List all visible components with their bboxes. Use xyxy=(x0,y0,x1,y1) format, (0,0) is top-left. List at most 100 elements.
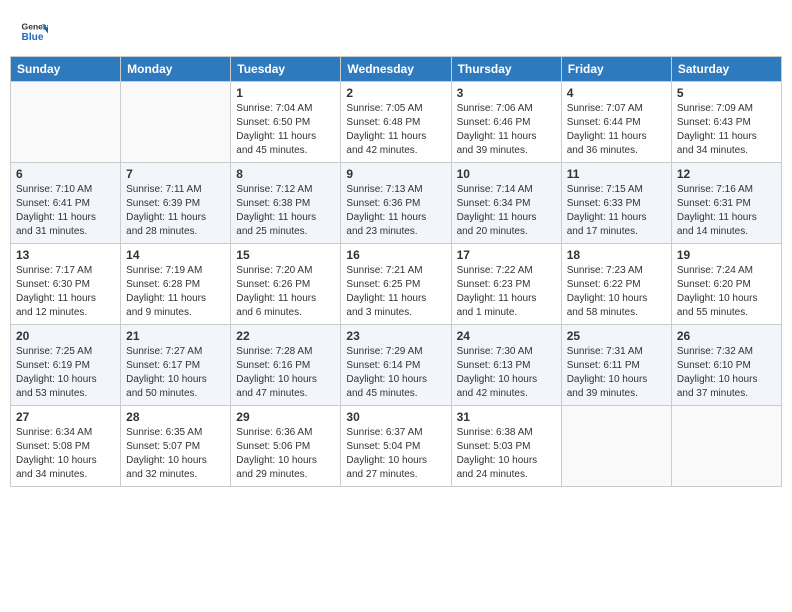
day-number: 23 xyxy=(346,329,445,343)
calendar-cell: 19 Sunrise: 7:24 AM Sunset: 6:20 PM Dayli… xyxy=(671,244,781,325)
calendar-cell: 20 Sunrise: 7:25 AM Sunset: 6:19 PM Dayli… xyxy=(11,325,121,406)
day-number: 24 xyxy=(457,329,556,343)
calendar: SundayMondayTuesdayWednesdayThursdayFrid… xyxy=(10,56,782,487)
calendar-cell: 27 Sunrise: 6:34 AM Sunset: 5:08 PM Dayli… xyxy=(11,406,121,487)
svg-text:General: General xyxy=(22,22,48,32)
calendar-cell: 18 Sunrise: 7:23 AM Sunset: 6:22 PM Dayli… xyxy=(561,244,671,325)
calendar-cell: 16Sunrise: 7:21 AM Sunset: 6:25 PM Dayli… xyxy=(341,244,451,325)
day-info: Sunrise: 7:12 AM Sunset: 6:38 PM Dayligh… xyxy=(236,183,335,239)
day-info: Sunrise: 7:11 AM Sunset: 6:39 PM Dayligh… xyxy=(126,183,225,239)
calendar-cell: 17Sunrise: 7:22 AM Sunset: 6:23 PM Dayli… xyxy=(451,244,561,325)
day-info: Sunrise: 7:04 AM Sunset: 6:50 PM Dayligh… xyxy=(236,102,335,158)
calendar-cell: 6 Sunrise: 7:10 AM Sunset: 6:41 PM Daylig… xyxy=(11,163,121,244)
day-number: 9 xyxy=(346,167,445,181)
day-info: Sunrise: 7:21 AM Sunset: 6:25 PM Dayligh… xyxy=(346,264,445,320)
day-number: 13 xyxy=(16,248,115,262)
calendar-cell: 8 Sunrise: 7:12 AM Sunset: 6:38 PM Daylig… xyxy=(231,163,341,244)
weekday-header-thursday: Thursday xyxy=(451,57,561,82)
calendar-cell: 31 Sunrise: 6:38 AM Sunset: 5:03 PM Dayli… xyxy=(451,406,561,487)
calendar-cell: 24 Sunrise: 7:30 AM Sunset: 6:13 PM Dayli… xyxy=(451,325,561,406)
day-info: Sunrise: 6:37 AM Sunset: 5:04 PM Dayligh… xyxy=(346,426,445,482)
calendar-cell: 4Sunrise: 7:07 AM Sunset: 6:44 PM Daylig… xyxy=(561,82,671,163)
day-info: Sunrise: 7:23 AM Sunset: 6:22 PM Dayligh… xyxy=(567,264,666,320)
calendar-cell: 10Sunrise: 7:14 AM Sunset: 6:34 PM Dayli… xyxy=(451,163,561,244)
day-info: Sunrise: 7:17 AM Sunset: 6:30 PM Dayligh… xyxy=(16,264,115,320)
day-number: 31 xyxy=(457,410,556,424)
calendar-cell: 5Sunrise: 7:09 AM Sunset: 6:43 PM Daylig… xyxy=(671,82,781,163)
calendar-week-row: 27 Sunrise: 6:34 AM Sunset: 5:08 PM Dayli… xyxy=(11,406,782,487)
day-number: 1 xyxy=(236,86,335,100)
day-info: Sunrise: 6:34 AM Sunset: 5:08 PM Dayligh… xyxy=(16,426,115,482)
day-number: 19 xyxy=(677,248,776,262)
weekday-header-friday: Friday xyxy=(561,57,671,82)
calendar-cell: 15 Sunrise: 7:20 AM Sunset: 6:26 PM Dayli… xyxy=(231,244,341,325)
calendar-cell: 25 Sunrise: 7:31 AM Sunset: 6:11 PM Dayli… xyxy=(561,325,671,406)
calendar-cell: 9 Sunrise: 7:13 AM Sunset: 6:36 PM Daylig… xyxy=(341,163,451,244)
calendar-cell: 29 Sunrise: 6:36 AM Sunset: 5:06 PM Dayli… xyxy=(231,406,341,487)
day-number: 8 xyxy=(236,167,335,181)
day-number: 22 xyxy=(236,329,335,343)
calendar-week-row: 13 Sunrise: 7:17 AM Sunset: 6:30 PM Dayli… xyxy=(11,244,782,325)
logo: General Blue xyxy=(20,18,50,46)
page-header: General Blue xyxy=(10,10,782,50)
day-info: Sunrise: 7:24 AM Sunset: 6:20 PM Dayligh… xyxy=(677,264,776,320)
calendar-cell: 13 Sunrise: 7:17 AM Sunset: 6:30 PM Dayli… xyxy=(11,244,121,325)
weekday-header-tuesday: Tuesday xyxy=(231,57,341,82)
calendar-cell xyxy=(11,82,121,163)
day-number: 10 xyxy=(457,167,556,181)
day-info: Sunrise: 7:10 AM Sunset: 6:41 PM Dayligh… xyxy=(16,183,115,239)
calendar-cell: 3 Sunrise: 7:06 AM Sunset: 6:46 PM Daylig… xyxy=(451,82,561,163)
calendar-cell: 14 Sunrise: 7:19 AM Sunset: 6:28 PM Dayli… xyxy=(121,244,231,325)
day-info: Sunrise: 7:31 AM Sunset: 6:11 PM Dayligh… xyxy=(567,345,666,401)
day-info: Sunrise: 7:19 AM Sunset: 6:28 PM Dayligh… xyxy=(126,264,225,320)
calendar-cell: 22Sunrise: 7:28 AM Sunset: 6:16 PM Dayli… xyxy=(231,325,341,406)
day-info: Sunrise: 7:30 AM Sunset: 6:13 PM Dayligh… xyxy=(457,345,556,401)
day-number: 21 xyxy=(126,329,225,343)
day-number: 15 xyxy=(236,248,335,262)
day-number: 7 xyxy=(126,167,225,181)
calendar-cell: 26 Sunrise: 7:32 AM Sunset: 6:10 PM Dayli… xyxy=(671,325,781,406)
weekday-header-wednesday: Wednesday xyxy=(341,57,451,82)
day-number: 6 xyxy=(16,167,115,181)
day-number: 3 xyxy=(457,86,556,100)
calendar-cell xyxy=(671,406,781,487)
day-info: Sunrise: 7:16 AM Sunset: 6:31 PM Dayligh… xyxy=(677,183,776,239)
day-info: Sunrise: 7:07 AM Sunset: 6:44 PM Dayligh… xyxy=(567,102,666,158)
day-info: Sunrise: 6:38 AM Sunset: 5:03 PM Dayligh… xyxy=(457,426,556,482)
day-number: 30 xyxy=(346,410,445,424)
calendar-week-row: 6 Sunrise: 7:10 AM Sunset: 6:41 PM Daylig… xyxy=(11,163,782,244)
calendar-cell: 12Sunrise: 7:16 AM Sunset: 6:31 PM Dayli… xyxy=(671,163,781,244)
weekday-header-saturday: Saturday xyxy=(671,57,781,82)
day-number: 18 xyxy=(567,248,666,262)
calendar-cell: 7 Sunrise: 7:11 AM Sunset: 6:39 PM Daylig… xyxy=(121,163,231,244)
calendar-cell: 11Sunrise: 7:15 AM Sunset: 6:33 PM Dayli… xyxy=(561,163,671,244)
day-info: Sunrise: 7:06 AM Sunset: 6:46 PM Dayligh… xyxy=(457,102,556,158)
calendar-cell xyxy=(561,406,671,487)
day-info: Sunrise: 7:25 AM Sunset: 6:19 PM Dayligh… xyxy=(16,345,115,401)
day-info: Sunrise: 7:05 AM Sunset: 6:48 PM Dayligh… xyxy=(346,102,445,158)
day-info: Sunrise: 7:32 AM Sunset: 6:10 PM Dayligh… xyxy=(677,345,776,401)
day-info: Sunrise: 7:15 AM Sunset: 6:33 PM Dayligh… xyxy=(567,183,666,239)
calendar-cell: 30 Sunrise: 6:37 AM Sunset: 5:04 PM Dayli… xyxy=(341,406,451,487)
svg-text:Blue: Blue xyxy=(22,32,44,43)
day-number: 28 xyxy=(126,410,225,424)
calendar-header-row: SundayMondayTuesdayWednesdayThursdayFrid… xyxy=(11,57,782,82)
day-info: Sunrise: 6:36 AM Sunset: 5:06 PM Dayligh… xyxy=(236,426,335,482)
day-number: 27 xyxy=(16,410,115,424)
calendar-cell: 23 Sunrise: 7:29 AM Sunset: 6:14 PM Dayli… xyxy=(341,325,451,406)
day-info: Sunrise: 7:20 AM Sunset: 6:26 PM Dayligh… xyxy=(236,264,335,320)
day-number: 26 xyxy=(677,329,776,343)
calendar-week-row: 1 Sunrise: 7:04 AM Sunset: 6:50 PM Daylig… xyxy=(11,82,782,163)
day-info: Sunrise: 7:29 AM Sunset: 6:14 PM Dayligh… xyxy=(346,345,445,401)
weekday-header-sunday: Sunday xyxy=(11,57,121,82)
calendar-cell: 2Sunrise: 7:05 AM Sunset: 6:48 PM Daylig… xyxy=(341,82,451,163)
day-info: Sunrise: 7:27 AM Sunset: 6:17 PM Dayligh… xyxy=(126,345,225,401)
day-info: Sunrise: 7:13 AM Sunset: 6:36 PM Dayligh… xyxy=(346,183,445,239)
day-number: 25 xyxy=(567,329,666,343)
day-number: 20 xyxy=(16,329,115,343)
calendar-week-row: 20 Sunrise: 7:25 AM Sunset: 6:19 PM Dayli… xyxy=(11,325,782,406)
weekday-header-monday: Monday xyxy=(121,57,231,82)
day-number: 14 xyxy=(126,248,225,262)
day-number: 29 xyxy=(236,410,335,424)
calendar-cell xyxy=(121,82,231,163)
